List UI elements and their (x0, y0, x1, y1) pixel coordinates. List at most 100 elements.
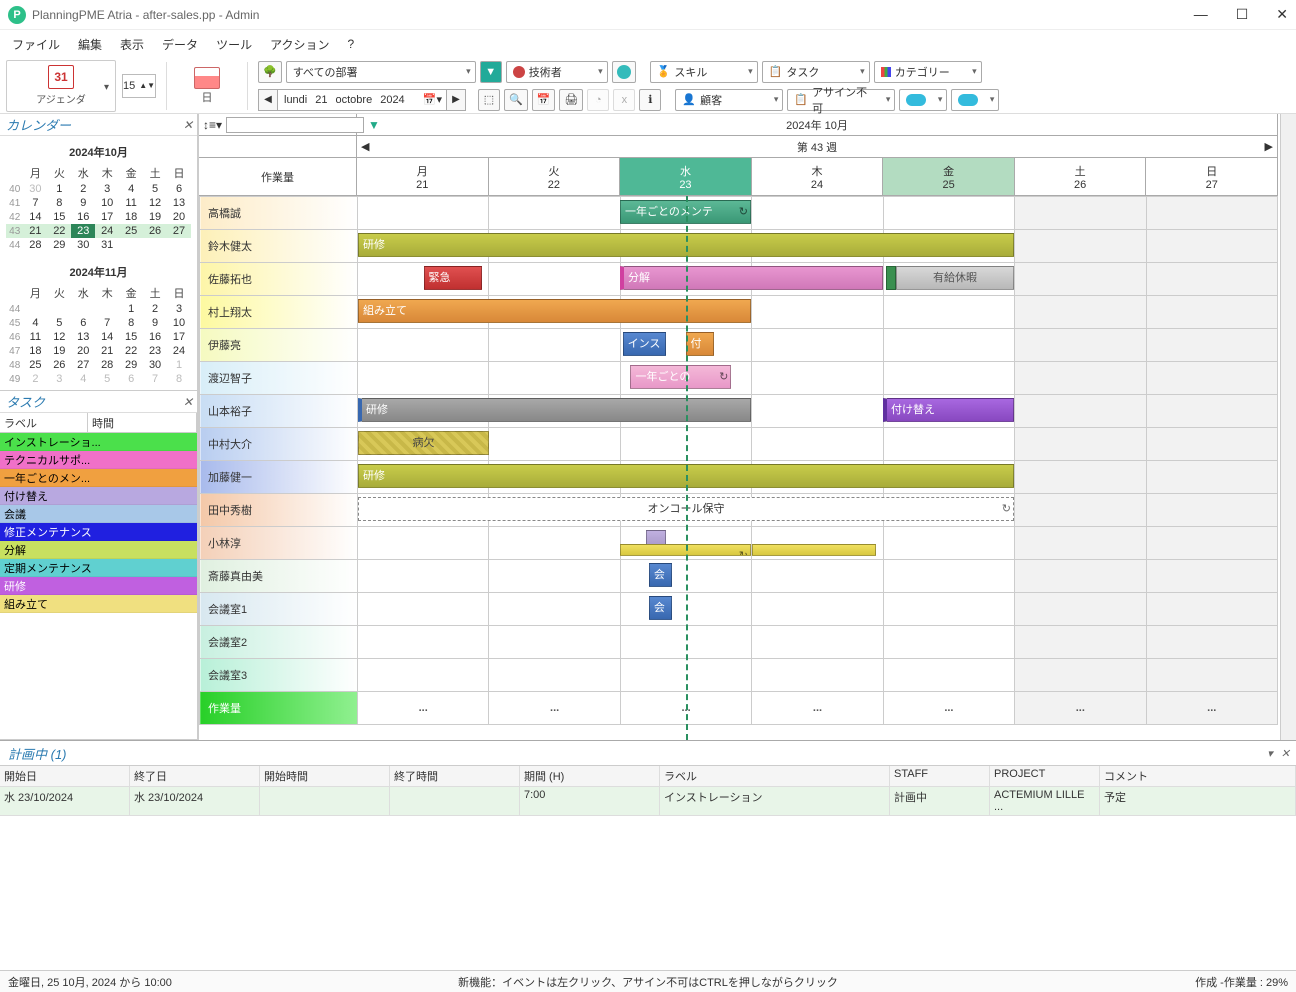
spin-days[interactable]: 15▲▼ (122, 74, 156, 98)
col-duration[interactable]: 期間 (H) (520, 766, 660, 787)
gantt-bar[interactable]: オンコール保守↻ (358, 497, 1014, 521)
col-starttime[interactable]: 開始時間 (260, 766, 390, 787)
gantt-cell[interactable] (620, 593, 751, 626)
gantt-bar[interactable]: 分解 (620, 266, 883, 290)
resource-cell[interactable]: 伊藤亮 (200, 329, 358, 362)
tech-select[interactable]: 技術者 (506, 61, 608, 83)
resource-cell[interactable]: 鈴木健太 (200, 230, 358, 263)
resource-cell[interactable]: 渡辺智子 (200, 362, 358, 395)
gantt-cell[interactable] (1146, 362, 1277, 395)
menu-data[interactable]: データ (162, 36, 198, 53)
gantt-cell[interactable] (752, 659, 883, 692)
gantt-bar[interactable] (752, 544, 876, 556)
info-icon[interactable]: ℹ (639, 89, 661, 111)
resource-cell[interactable]: 佐藤拓也 (200, 263, 358, 296)
gantt-cell[interactable] (1146, 395, 1277, 428)
task-item[interactable]: 会議 (0, 505, 197, 523)
resource-cell[interactable]: 村上翔太 (200, 296, 358, 329)
date-next[interactable]: ▶ (446, 89, 466, 111)
gantt-cell[interactable] (752, 362, 883, 395)
gantt-cell[interactable] (752, 626, 883, 659)
gantt-cell[interactable] (883, 593, 1014, 626)
gantt-bar[interactable] (886, 266, 896, 290)
gantt-cell[interactable] (883, 659, 1014, 692)
gantt-cell[interactable] (489, 527, 620, 560)
task-item[interactable]: 研修 (0, 577, 197, 595)
menu-tools[interactable]: ツール (216, 36, 252, 53)
agenda-button[interactable]: 31 アジェンダ ▾ (6, 60, 116, 112)
gantt-cell[interactable] (1146, 197, 1277, 230)
gantt-cell[interactable] (1015, 527, 1146, 560)
resource-cell[interactable]: 高橋誠 (200, 197, 358, 230)
week-prev[interactable]: ◀ (361, 140, 369, 153)
print-icon[interactable]: 🖨 (559, 89, 583, 111)
resource-cell[interactable]: 斎藤真由美 (200, 560, 358, 593)
gantt-cell[interactable] (1146, 329, 1277, 362)
gantt-cell[interactable] (1146, 593, 1277, 626)
gantt-cell[interactable] (752, 296, 883, 329)
menu-view[interactable]: 表示 (120, 36, 144, 53)
resource-cell[interactable]: 田中秀樹 (200, 494, 358, 527)
pin-icon[interactable]: ▾ (1267, 747, 1273, 760)
mini-calendar-oct[interactable]: 2024年10月月火水木金土日4030123456417891011121342… (0, 136, 197, 256)
gantt-cell[interactable] (620, 560, 751, 593)
gantt-cell[interactable] (883, 560, 1014, 593)
workload-cell[interactable]: ... (358, 692, 489, 725)
dept-tree-icon[interactable]: 🌳 (258, 61, 282, 83)
gantt-cell[interactable] (1146, 659, 1277, 692)
gantt-cell[interactable] (358, 626, 489, 659)
gantt-bar[interactable]: 付け替え (883, 398, 1014, 422)
zoom-icon[interactable]: 🔍 (504, 89, 528, 111)
gantt-cell[interactable] (358, 593, 489, 626)
resource-cell[interactable]: 会議室3 (200, 659, 358, 692)
resource-cell[interactable]: 小林淳 (200, 527, 358, 560)
col-comment[interactable]: コメント (1100, 766, 1296, 787)
gantt-bar[interactable]: 緊急 (424, 266, 483, 290)
day-header[interactable]: 水23 (620, 158, 752, 195)
minimize-button[interactable]: — (1194, 6, 1208, 23)
week-next[interactable]: ▶ (1265, 140, 1273, 153)
workload-cell[interactable]: ... (620, 692, 751, 725)
task-item[interactable]: テクニカルサポ... (0, 451, 197, 469)
gantt-cell[interactable] (358, 362, 489, 395)
gantt-cell[interactable] (1015, 560, 1146, 593)
gantt-cell[interactable] (1015, 230, 1146, 263)
gantt-cell[interactable] (752, 428, 883, 461)
gantt-cell[interactable] (489, 362, 620, 395)
col-start[interactable]: 開始日 (0, 766, 130, 787)
day-header[interactable]: 土26 (1015, 158, 1147, 195)
chart-icon[interactable]: ◔ (587, 89, 609, 111)
gantt-cell[interactable] (1015, 593, 1146, 626)
gantt-cell[interactable] (1015, 362, 1146, 395)
maximize-button[interactable]: ☐ (1236, 6, 1249, 23)
gantt-cell[interactable] (620, 659, 751, 692)
gantt-cell[interactable] (1146, 626, 1277, 659)
menu-help[interactable]: ? (347, 37, 354, 51)
gantt-cell[interactable] (1015, 296, 1146, 329)
dept-select[interactable]: すべての部署 (286, 61, 476, 83)
excel-icon[interactable]: x (613, 89, 635, 111)
toggle-1[interactable] (899, 89, 947, 111)
gantt-cell[interactable] (1015, 659, 1146, 692)
gantt-cell[interactable] (1015, 461, 1146, 494)
resource-cell[interactable]: 中村大介 (200, 428, 358, 461)
task-select[interactable]: 📋タスク (762, 61, 870, 83)
task-col-time[interactable]: 時間 (88, 413, 197, 432)
gantt-bar[interactable]: 会 (649, 563, 673, 587)
globe-icon[interactable] (612, 61, 636, 83)
gantt-cell[interactable] (1015, 626, 1146, 659)
resource-cell[interactable]: 会議室1 (200, 593, 358, 626)
task-item[interactable]: 分解 (0, 541, 197, 559)
task-item[interactable]: 修正メンテナンス (0, 523, 197, 541)
gantt-bar[interactable]: 一年ごとのメンテ↻ (620, 200, 751, 224)
gantt-cell[interactable] (1015, 263, 1146, 296)
menu-action[interactable]: アクション (270, 36, 329, 53)
workload-cell[interactable]: ... (1146, 692, 1277, 725)
date-prev[interactable]: ◀ (258, 89, 278, 111)
gantt-bar[interactable]: 研修 (358, 464, 1014, 488)
gantt-cell[interactable] (489, 428, 620, 461)
gantt-bar[interactable]: 一年ごとの↻ (630, 365, 731, 389)
mini-calendar-nov[interactable]: 2024年11月月火水木金土日4412345456789104611121314… (0, 256, 197, 390)
workload-cell[interactable]: ... (752, 692, 883, 725)
gantt-scrollbar[interactable] (1280, 114, 1296, 740)
